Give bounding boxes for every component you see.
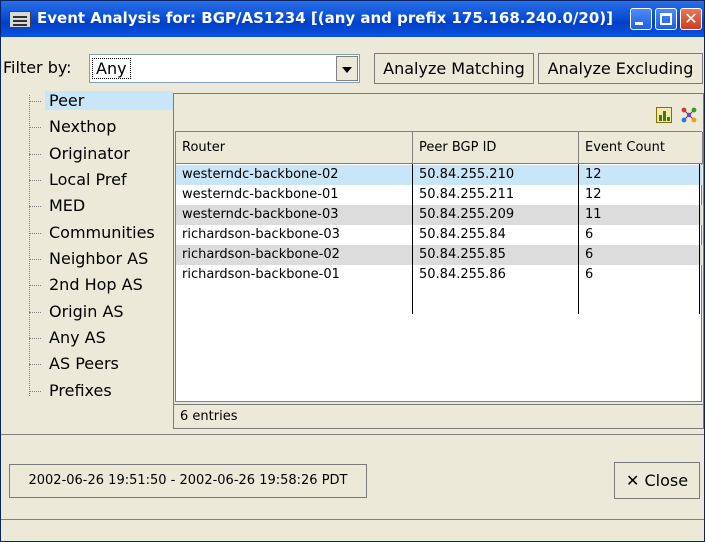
cell-event-count: 6 bbox=[585, 267, 594, 282]
cell-router: richardson-backbone-03 bbox=[182, 227, 340, 242]
column-header-peer-bgp-id[interactable]: Peer BGP ID bbox=[413, 132, 579, 164]
cell-event-count: 12 bbox=[585, 187, 602, 202]
tree-item-label: AS Peers bbox=[49, 354, 119, 373]
tree-item-label: Peer bbox=[45, 91, 173, 110]
cell-event-count: 12 bbox=[585, 167, 602, 182]
window-title: Event Analysis for: BGP/AS1234 [(any and… bbox=[37, 9, 613, 27]
status-bar-divider bbox=[1, 519, 704, 520]
maximize-button[interactable] bbox=[655, 8, 677, 30]
cell-peer-bgp-id: 50.84.255.86 bbox=[419, 267, 506, 282]
cell-router: westerndc-backbone-03 bbox=[182, 207, 339, 222]
column-header-router[interactable]: Router bbox=[176, 132, 413, 164]
table-row[interactable]: westerndc-backbone-03 50.84.255.209 11 bbox=[176, 205, 702, 225]
filter-label: Filter by: bbox=[3, 58, 72, 77]
column-divider[interactable] bbox=[412, 164, 413, 314]
column-divider[interactable] bbox=[578, 164, 579, 314]
tree-item-label: Neighbor AS bbox=[49, 249, 149, 268]
column-header-event-count[interactable]: Event Count bbox=[579, 132, 703, 164]
tree-item-label: Origin AS bbox=[49, 302, 124, 321]
cell-router: richardson-backbone-01 bbox=[182, 267, 340, 282]
peer-events-table[interactable]: Router Peer BGP ID Event Count westerndc… bbox=[175, 131, 703, 402]
panel-toolbar bbox=[652, 104, 697, 123]
tree-item-label: Nexthop bbox=[49, 117, 117, 136]
entries-count-status: 6 entries bbox=[173, 404, 704, 429]
cell-router: westerndc-backbone-01 bbox=[182, 187, 339, 202]
cell-router: richardson-backbone-02 bbox=[182, 247, 340, 262]
table-row[interactable]: westerndc-backbone-01 50.84.255.211 12 bbox=[176, 185, 702, 205]
close-button[interactable]: ✕ Close bbox=[614, 462, 700, 499]
tree-connector-line bbox=[29, 95, 30, 396]
analyze-excluding-button[interactable]: Analyze Excluding bbox=[538, 53, 703, 84]
title-bar[interactable]: Event Analysis for: BGP/AS1234 [(any and… bbox=[1, 1, 704, 37]
event-analysis-window: Event Analysis for: BGP/AS1234 [(any and… bbox=[0, 0, 705, 542]
table-row[interactable]: westerndc-backbone-02 50.84.255.210 12 bbox=[176, 165, 702, 185]
cell-event-count: 11 bbox=[585, 207, 602, 222]
minimize-button[interactable] bbox=[630, 8, 652, 30]
tree-item-label: MED bbox=[49, 196, 86, 215]
close-icon: ✕ bbox=[684, 9, 698, 28]
table-row[interactable]: richardson-backbone-01 50.84.255.86 6 bbox=[176, 265, 702, 285]
tree-item-label: Prefixes bbox=[49, 381, 112, 400]
tree-item-label: 2nd Hop AS bbox=[49, 275, 143, 294]
table-row[interactable]: richardson-backbone-02 50.84.255.85 6 bbox=[176, 245, 702, 265]
analyze-matching-button[interactable]: Analyze Matching bbox=[374, 53, 534, 84]
table-row[interactable]: richardson-backbone-03 50.84.255.84 6 bbox=[176, 225, 702, 245]
footer-divider bbox=[1, 434, 704, 435]
cell-peer-bgp-id: 50.84.255.211 bbox=[419, 187, 515, 202]
column-divider[interactable] bbox=[699, 164, 700, 314]
filter-selected-value: Any bbox=[92, 58, 131, 79]
close-button-label: Close bbox=[644, 471, 689, 490]
tree-item-label: Local Pref bbox=[49, 170, 127, 189]
cell-event-count: 6 bbox=[585, 227, 594, 242]
maximize-icon bbox=[660, 13, 672, 25]
bar-chart-icon[interactable] bbox=[655, 106, 672, 123]
x-icon: ✕ bbox=[625, 471, 640, 490]
time-range-button[interactable]: 2002-06-26 19:51:50 - 2002-06-26 19:58:2… bbox=[9, 464, 367, 498]
minimize-icon bbox=[635, 22, 643, 25]
attribute-tree: Peer Nexthop Originator Local Pref MED C… bbox=[13, 89, 173, 429]
cell-event-count: 6 bbox=[585, 247, 594, 262]
cell-peer-bgp-id: 50.84.255.85 bbox=[419, 247, 506, 262]
window-app-icon[interactable] bbox=[9, 11, 31, 28]
filter-dropdown[interactable]: Any bbox=[89, 54, 360, 83]
chevron-down-icon[interactable] bbox=[336, 56, 358, 81]
cell-peer-bgp-id: 50.84.255.210 bbox=[419, 167, 515, 182]
cell-router: westerndc-backbone-02 bbox=[182, 167, 339, 182]
network-graph-icon[interactable] bbox=[681, 107, 697, 123]
close-window-button[interactable]: ✕ bbox=[680, 8, 702, 30]
cell-peer-bgp-id: 50.84.255.84 bbox=[419, 227, 506, 242]
cell-peer-bgp-id: 50.84.255.209 bbox=[419, 207, 515, 222]
tree-item-label: Communities bbox=[49, 223, 155, 242]
tree-item-label: Originator bbox=[49, 144, 130, 163]
tree-item-label: Any AS bbox=[49, 328, 106, 347]
